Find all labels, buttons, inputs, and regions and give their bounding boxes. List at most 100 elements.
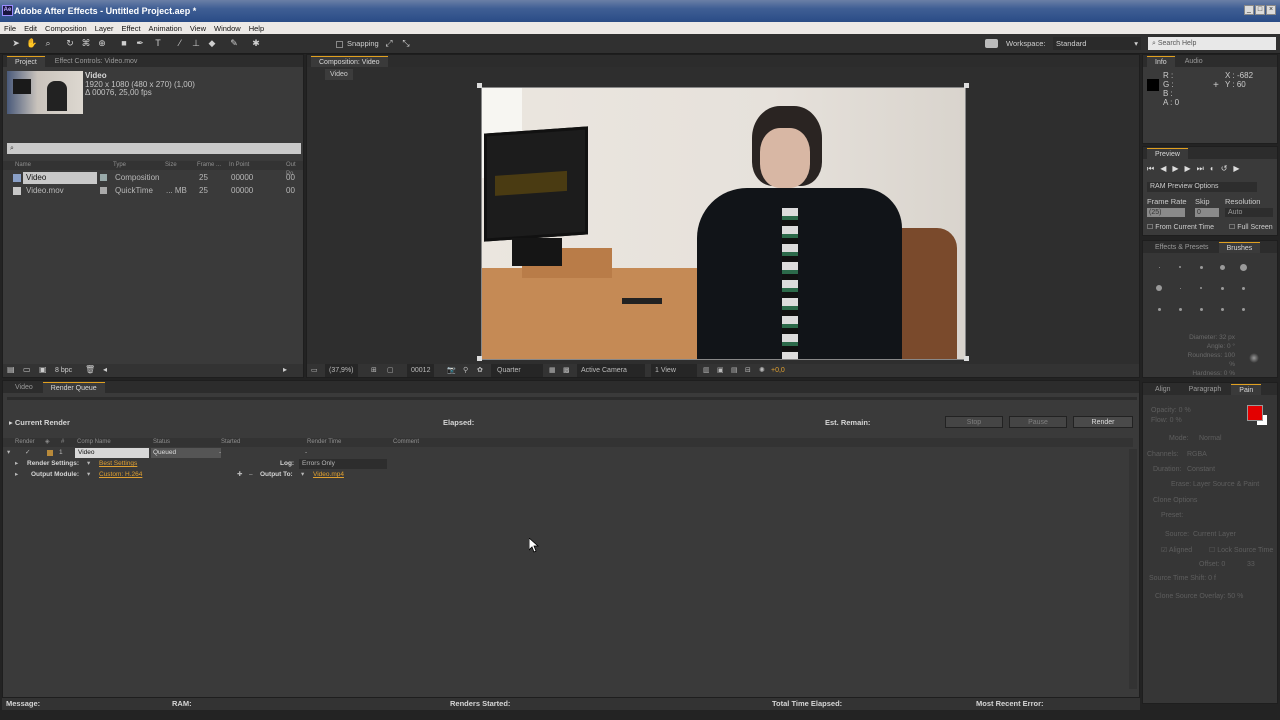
snapping-checkbox[interactable] bbox=[336, 41, 343, 48]
source-time-shift[interactable]: Source Time Shift: 0 f bbox=[1149, 575, 1216, 582]
label-color-swatch[interactable] bbox=[100, 187, 107, 194]
from-current-time-checkbox[interactable]: ☐ From Current Time bbox=[1147, 223, 1214, 231]
col-comment[interactable]: Comment bbox=[393, 438, 419, 447]
mask-tool-icon[interactable]: ■ bbox=[118, 37, 130, 49]
foreground-color-swatch[interactable] bbox=[1247, 405, 1263, 421]
tab-align[interactable]: Align bbox=[1147, 384, 1179, 395]
mode-dropdown[interactable]: Normal bbox=[1199, 435, 1259, 442]
source-dropdown[interactable]: Current Layer bbox=[1193, 531, 1236, 538]
menu-view[interactable]: View bbox=[190, 24, 206, 33]
clone-stamp-tool-icon[interactable]: ⊥ bbox=[190, 37, 202, 49]
output-module-link[interactable]: Custom: H.264 bbox=[99, 470, 142, 480]
menu-window[interactable]: Window bbox=[214, 24, 241, 33]
tab-brushes[interactable]: Brushes bbox=[1218, 241, 1261, 253]
tab-audio[interactable]: Audio bbox=[1177, 56, 1211, 67]
tab-video-timeline[interactable]: Video bbox=[7, 382, 41, 393]
aligned-checkbox[interactable]: ☑ Aligned bbox=[1161, 546, 1192, 554]
show-snapshot-icon[interactable]: ⚲ bbox=[463, 364, 468, 377]
pen-tool-icon[interactable]: ✒ bbox=[134, 37, 146, 49]
exposure-value[interactable]: +0,0 bbox=[771, 364, 785, 377]
workspace-dropdown[interactable]: Standard ▾ bbox=[1053, 37, 1141, 50]
search-help-input[interactable]: ⌕ Search Help bbox=[1148, 37, 1276, 50]
menu-file[interactable]: File bbox=[4, 24, 16, 33]
brush-tip[interactable] bbox=[1179, 266, 1181, 268]
expand-arrow-icon[interactable]: ▾ bbox=[7, 448, 10, 458]
remove-output-module-icon[interactable]: – bbox=[249, 470, 253, 480]
output-to-menu-icon[interactable]: ▾ bbox=[301, 470, 304, 480]
tab-paint[interactable]: Pain bbox=[1231, 383, 1262, 395]
col-frame[interactable]: Frame ... bbox=[197, 161, 221, 170]
text-tool-icon[interactable]: T bbox=[152, 37, 164, 49]
timeline-icon[interactable]: ▤ bbox=[731, 364, 738, 377]
last-frame-icon[interactable]: ⏭ bbox=[1197, 164, 1210, 173]
close-icon[interactable]: × bbox=[1266, 5, 1276, 15]
resolution-dropdown[interactable]: Quarter bbox=[491, 364, 543, 377]
brush-tool-icon[interactable]: ⁄ bbox=[174, 37, 186, 49]
new-composition-icon[interactable]: ▣ bbox=[39, 365, 47, 374]
brush-tip[interactable] bbox=[1158, 266, 1160, 268]
comp-view-tab[interactable]: Video bbox=[325, 69, 353, 80]
expand-output-module-icon[interactable]: ▸ bbox=[15, 470, 18, 480]
brush-tip[interactable] bbox=[1220, 286, 1224, 290]
tab-project[interactable]: Project bbox=[7, 55, 45, 67]
offset-label[interactable]: Offset: 0 bbox=[1199, 561, 1225, 568]
next-frame-icon[interactable]: ▶ bbox=[1185, 164, 1197, 173]
output-module-menu-icon[interactable]: ▾ bbox=[87, 470, 90, 480]
project-row[interactable]: Video Composition 25 00000 00 bbox=[3, 172, 303, 184]
previous-frame-icon[interactable]: ◀ bbox=[1160, 164, 1172, 173]
interpret-footage-icon[interactable]: ▤ bbox=[7, 365, 15, 374]
channels-dropdown[interactable]: RGBA bbox=[1187, 451, 1207, 458]
view-layout-dropdown[interactable]: 1 View bbox=[651, 364, 697, 377]
fast-previews-icon[interactable]: ▣ bbox=[717, 364, 724, 377]
brush-tip[interactable] bbox=[1156, 285, 1162, 291]
minimize-icon[interactable]: _ bbox=[1244, 5, 1254, 15]
output-to-link[interactable]: Video.mp4 bbox=[313, 470, 344, 480]
toggle-pixel-aspect-icon[interactable]: ▥ bbox=[703, 364, 710, 377]
zoom-tool-icon[interactable]: ⌕ bbox=[42, 37, 54, 49]
tab-composition[interactable]: Composition: Video bbox=[311, 55, 388, 67]
col-name[interactable]: Name bbox=[15, 161, 31, 170]
menu-edit[interactable]: Edit bbox=[24, 24, 37, 33]
snap-icon[interactable]: ⤢ bbox=[383, 37, 395, 49]
tab-render-queue[interactable]: Render Queue bbox=[42, 381, 105, 393]
col-type[interactable]: Type bbox=[113, 161, 126, 170]
full-screen-checkbox[interactable]: ☐ Full Screen bbox=[1229, 223, 1273, 231]
composition-viewer[interactable] bbox=[481, 87, 966, 360]
ram-preview-icon[interactable]: ▶ bbox=[1233, 164, 1245, 173]
scroll-left-icon[interactable]: ◂ bbox=[103, 365, 107, 374]
project-row[interactable]: Video.mov QuickTime ... MB 25 00000 00 bbox=[3, 185, 303, 197]
loop-icon[interactable]: ↺ bbox=[1221, 164, 1234, 173]
safe-zones-icon[interactable]: ⊞ bbox=[371, 364, 377, 377]
render-queue-item[interactable]: ▾ ✓ 1 Video Queued - - bbox=[3, 448, 1133, 458]
frame-handle[interactable] bbox=[477, 356, 482, 361]
mask-visibility-icon[interactable]: ▢ bbox=[387, 364, 394, 377]
frame-rate-dropdown[interactable]: (25) bbox=[1147, 208, 1185, 217]
col-size[interactable]: Size bbox=[165, 161, 177, 170]
trash-icon[interactable]: 🗑 bbox=[85, 365, 95, 374]
camera-dropdown[interactable]: Active Camera bbox=[577, 364, 645, 377]
stop-button[interactable]: Stop bbox=[945, 416, 1003, 428]
new-folder-icon[interactable]: ▭ bbox=[23, 365, 31, 374]
duration-dropdown[interactable]: Constant bbox=[1187, 466, 1215, 473]
lock-source-time-checkbox[interactable]: ☐ Lock Source Time bbox=[1209, 546, 1273, 554]
camera-tool-icon[interactable]: ⌘ bbox=[80, 37, 92, 49]
add-output-module-icon[interactable]: ✚ bbox=[237, 470, 242, 480]
brush-tip[interactable] bbox=[1219, 264, 1225, 270]
render-checkbox[interactable]: ✓ bbox=[25, 448, 30, 458]
bpc-label[interactable]: 8 bpc bbox=[55, 367, 72, 374]
menu-effect[interactable]: Effect bbox=[121, 24, 140, 33]
render-queue-scrollbar[interactable] bbox=[1129, 449, 1137, 689]
current-time-display[interactable]: 00012 bbox=[407, 364, 435, 377]
ram-preview-options-dropdown[interactable]: RAM Preview Options bbox=[1147, 182, 1257, 192]
label-color-swatch[interactable] bbox=[47, 450, 53, 456]
flowchart-icon[interactable]: ⊟ bbox=[745, 364, 751, 377]
log-dropdown[interactable]: Errors Only bbox=[299, 459, 387, 469]
paint-flow[interactable]: Flow: 0 % bbox=[1151, 417, 1182, 424]
transparency-grid-icon[interactable]: ▩ bbox=[563, 364, 570, 377]
label-color-swatch[interactable] bbox=[100, 174, 107, 181]
render-button[interactable]: Render bbox=[1073, 416, 1133, 428]
brush-tip[interactable] bbox=[1199, 307, 1203, 311]
current-render-heading[interactable]: ▸ Current Render bbox=[9, 418, 70, 427]
channel-icon[interactable]: ✿ bbox=[477, 364, 483, 377]
project-search-input[interactable]: ⌕ bbox=[7, 143, 301, 154]
